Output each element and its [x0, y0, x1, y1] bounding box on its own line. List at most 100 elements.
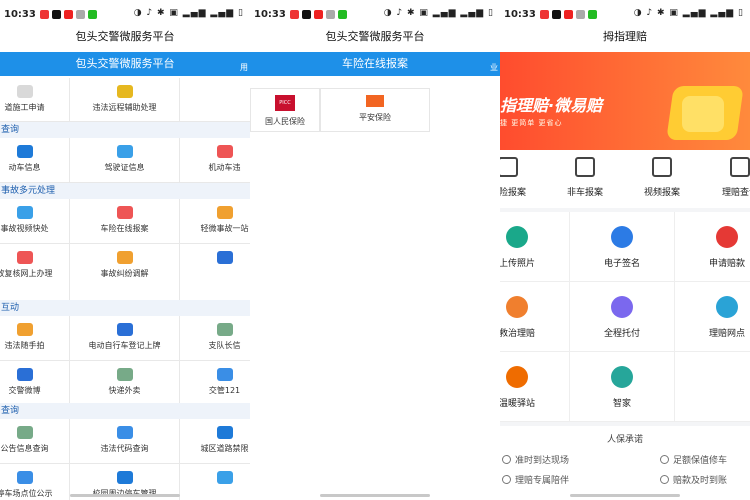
- grid-cell[interactable]: 支队长信: [180, 316, 250, 361]
- grid-cell[interactable]: 违法随手拍: [0, 316, 70, 361]
- wechat-icon: [588, 10, 597, 19]
- promise-item: 理赔专属陪伴: [502, 473, 569, 486]
- service-grid-item[interactable]: 智家: [570, 352, 675, 422]
- cell-label: 机动车违: [208, 163, 241, 172]
- app-icon: [564, 10, 573, 19]
- service-label: 申请赔款: [708, 259, 745, 269]
- grid-cell[interactable]: 城区道路禁限: [180, 419, 250, 464]
- section-header: 互动: [0, 300, 250, 316]
- grid-cell[interactable]: 公告信息查询: [0, 419, 70, 464]
- grid-cell-remote-violation[interactable]: 违法远程辅助处理: [70, 78, 180, 122]
- platform-bar-title: 包头交警微服务平台: [75, 57, 175, 70]
- status-bar: 10:33 ◑ ♪ ✱ ▣ ▂▄▆ ▂▄▆ ▯: [250, 0, 500, 28]
- person-icon: [502, 475, 511, 484]
- section-header: 查询: [0, 122, 250, 138]
- grid-cell[interactable]: [180, 244, 250, 302]
- report-bar-title: 车险在线报案: [342, 57, 408, 70]
- service-grid-item[interactable]: 电子签名: [570, 212, 675, 282]
- grid-cell[interactable]: 交管121: [180, 361, 250, 406]
- grid-cell[interactable]: [180, 464, 250, 500]
- cell-label: 违法代码查询: [100, 444, 149, 453]
- car-report-icon: [500, 157, 518, 177]
- service-icon: [116, 206, 133, 219]
- tiktok-icon: [552, 10, 561, 19]
- grid-cell[interactable]: 停车场点位公示: [0, 464, 70, 500]
- service-grid-item[interactable]: 理赔网点: [675, 282, 750, 352]
- tab-label: 理赔查询: [721, 188, 750, 198]
- service-label: 电子签名: [603, 259, 640, 269]
- grid-cell[interactable]: 动车信息: [0, 138, 70, 183]
- service-grid-item[interactable]: 温暖驿站: [500, 352, 570, 422]
- grid-cell[interactable]: 电动自行车登记上牌: [70, 316, 180, 361]
- service-grid: 上传照片 电子签名 申请赔款救治理赔 全程托付 理赔网点温暖驿站 智家: [500, 212, 750, 422]
- promise-item: 赔款及时到账: [660, 473, 727, 486]
- service-label: 救治理赔: [500, 329, 535, 339]
- service-icon: [611, 366, 633, 388]
- clock-icon: [502, 455, 511, 464]
- bar-side-text: 业: [490, 63, 498, 72]
- app-icon: [290, 10, 299, 19]
- system-icons: ◑ ♪ ✱ ▣ ▂▄▆ ▂▄▆ ▯: [133, 8, 244, 18]
- service-icon: [716, 366, 738, 388]
- banner-title: 指理赔·微易赔: [500, 96, 603, 115]
- promo-banner[interactable]: 指理赔·微易赔 捷 更简单 更省心: [500, 52, 750, 150]
- grid-cell[interactable]: 交警微博: [0, 361, 70, 406]
- grid-cell-construction[interactable]: 道施工申请: [0, 78, 70, 122]
- service-grid-item: [675, 352, 750, 422]
- shield-inner-icon: [682, 96, 724, 132]
- grid-cell[interactable]: 轻微事故一站: [180, 199, 250, 244]
- cell-label: 轻微事故一站: [200, 224, 249, 233]
- promise-label: 赔款及时到账: [673, 476, 728, 486]
- insurer-label: 国人民保险: [265, 117, 305, 126]
- service-label: 理赔网点: [708, 329, 745, 339]
- wechat-icon: [338, 10, 347, 19]
- app-title: 包头交警微服务平台: [75, 30, 175, 43]
- tab-label: 非车报案: [566, 188, 603, 198]
- grid-cell-empty: [180, 78, 250, 122]
- home-indicator[interactable]: [70, 494, 180, 497]
- grid-cell[interactable]: 事故纠纷调解: [70, 244, 180, 302]
- tab-noncar-report[interactable]: 非车报案: [555, 157, 615, 198]
- service-icon: [611, 296, 633, 318]
- service-icon: [116, 145, 133, 158]
- home-indicator[interactable]: [570, 494, 680, 497]
- service-icon: [216, 471, 233, 484]
- grid-cell[interactable]: 故复核网上办理: [0, 244, 70, 302]
- grid-cell[interactable]: 快递外卖: [70, 361, 180, 406]
- grid-cell[interactable]: 违法代码查询: [70, 419, 180, 464]
- grid-cell[interactable]: 机动车违: [180, 138, 250, 183]
- tiktok-icon: [302, 10, 311, 19]
- service-grid-item[interactable]: 上传照片: [500, 212, 570, 282]
- wechat-icon: [88, 10, 97, 19]
- notification-icons: [40, 10, 97, 19]
- tab-video-report[interactable]: 视频报案: [632, 157, 692, 198]
- cell-label: 交管121: [208, 386, 241, 395]
- grid-cell[interactable]: 事故视频快处: [0, 199, 70, 244]
- service-icon: [16, 368, 33, 381]
- service-icon: [16, 323, 33, 336]
- app-title: 包头交警微服务平台: [325, 30, 425, 43]
- insurer-picc[interactable]: PICC 国人民保险: [250, 88, 320, 132]
- app-icon: [314, 10, 323, 19]
- insurer-pingan[interactable]: 平安保险: [320, 88, 430, 132]
- panel-traffic-police-home: 10:33 ◑ ♪ ✱ ▣ ▂▄▆ ▂▄▆ ▯ 包头交警微服务平台 包头交警微服…: [0, 0, 250, 500]
- service-icon: [216, 206, 233, 219]
- tab-car-report[interactable]: 车险报案: [500, 157, 538, 198]
- cell-label: 停车场点位公示: [0, 489, 53, 498]
- grid-cell[interactable]: 驾驶证信息: [70, 138, 180, 183]
- cell-label: 支队长信: [208, 341, 241, 350]
- service-label: 智家: [612, 399, 631, 409]
- service-grid-item[interactable]: 救治理赔: [500, 282, 570, 352]
- grid-cell[interactable]: 车险在线报案: [70, 199, 180, 244]
- section-header: 查询: [0, 403, 250, 419]
- home-indicator[interactable]: [320, 494, 430, 497]
- promise-label: 足额保值修车: [673, 456, 728, 466]
- status-time: 10:33: [254, 9, 286, 20]
- cell-label: 事故纠纷调解: [100, 269, 149, 278]
- service-grid-item[interactable]: 全程托付: [570, 282, 675, 352]
- service-icon: [16, 251, 33, 264]
- app-icon: [40, 10, 49, 19]
- service-grid-item[interactable]: 申请赔款: [675, 212, 750, 282]
- app-icon: [540, 10, 549, 19]
- tab-claim-query[interactable]: 理赔查询: [710, 157, 750, 198]
